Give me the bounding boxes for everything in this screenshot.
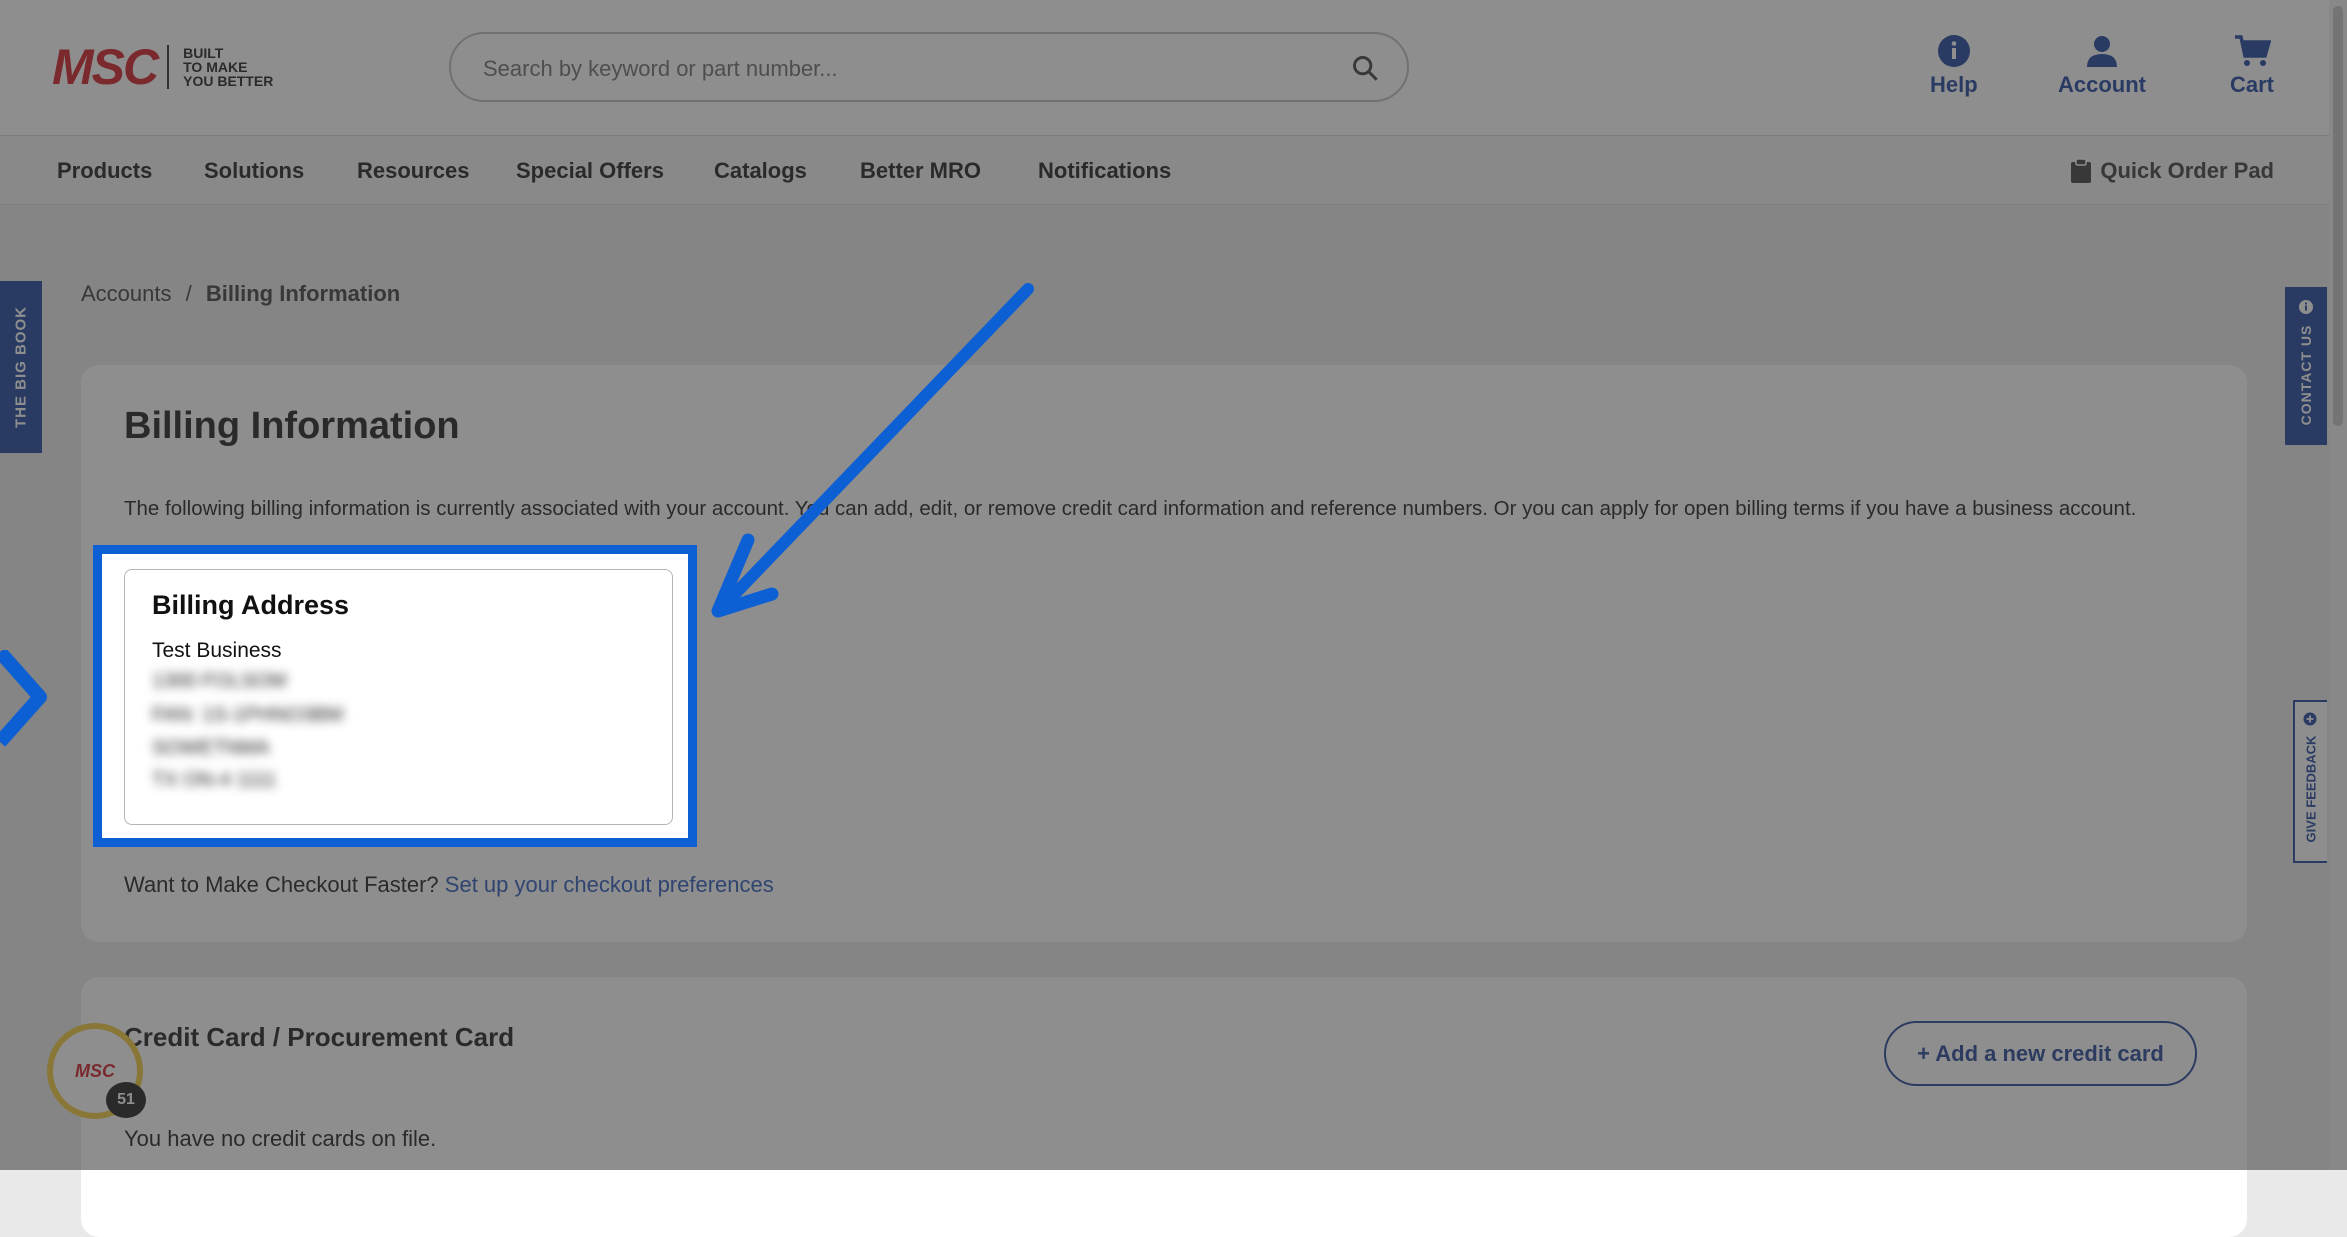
- nav-solutions[interactable]: Solutions: [204, 158, 304, 184]
- cart-link[interactable]: Cart: [2230, 34, 2274, 98]
- checkout-preferences-link[interactable]: Set up your checkout preferences: [445, 872, 774, 897]
- contact-us-label: CONTACT US: [2298, 325, 2314, 426]
- logo-wordmark: MSC: [52, 39, 159, 95]
- badge-count: 51: [106, 1082, 146, 1118]
- nav-resources[interactable]: Resources: [357, 158, 470, 184]
- breadcrumb-separator: /: [185, 281, 192, 306]
- quick-order-label: Quick Order Pad: [2100, 158, 2274, 183]
- billing-address-name: Test Business: [152, 639, 282, 662]
- logo-divider: [167, 45, 170, 89]
- info-icon: [2299, 300, 2313, 314]
- search-placeholder: Search by keyword or part number...: [483, 56, 838, 81]
- clipboard-icon: [2071, 158, 2092, 183]
- quick-order-pad-link[interactable]: Quick Order Pad: [2070, 158, 2274, 184]
- give-feedback-label: GIVE FEEDBACK: [2303, 735, 2319, 843]
- scrollbar[interactable]: [2329, 0, 2347, 1170]
- help-label: Help: [1930, 72, 1978, 97]
- give-feedback-tab[interactable]: GIVE FEEDBACK: [2293, 700, 2327, 863]
- no-credit-cards-text: You have no credit cards on file.: [124, 1126, 437, 1151]
- user-icon: [2087, 36, 2117, 67]
- msc-logo[interactable]: MSC BUILT TO MAKE YOU BETTER: [52, 39, 274, 95]
- info-icon: [1937, 35, 1970, 67]
- big-book-tab[interactable]: THE BIG BOOK: [0, 281, 42, 453]
- billing-address-title: Billing Address: [152, 590, 350, 620]
- breadcrumb: Accounts / Billing Information: [81, 281, 400, 307]
- main-nav: Products Solutions Resources Special Off…: [0, 136, 2347, 205]
- badge-logo: MSC: [75, 1060, 115, 1081]
- account-link[interactable]: Account: [2058, 34, 2146, 98]
- left-pointer-arrow-icon: [0, 650, 47, 747]
- redacted-address-line: 1300 FOLSOM: [152, 670, 287, 692]
- nav-products[interactable]: Products: [57, 158, 152, 184]
- search-icon[interactable]: [1351, 54, 1379, 82]
- breadcrumb-current: Billing Information: [205, 281, 401, 306]
- site-header: MSC BUILT TO MAKE YOU BETTER Search by k…: [0, 0, 2347, 136]
- scrollbar-thumb[interactable]: [2333, 6, 2343, 426]
- billing-description: The following billing information is cur…: [124, 497, 2137, 520]
- checkout-preferences: Want to Make Checkout Faster? Set up you…: [124, 872, 774, 898]
- credit-card-card: [81, 977, 2247, 1237]
- nav-notifications[interactable]: Notifications: [1038, 158, 1171, 184]
- cart-icon: [2235, 35, 2271, 66]
- redacted-address-line: FAN: 1S-1PHNO3BM: [152, 704, 344, 726]
- credit-card-title: Credit Card / Procurement Card: [124, 1022, 515, 1052]
- big-book-label: THE BIG BOOK: [12, 305, 30, 429]
- search-input[interactable]: Search by keyword or part number...: [449, 32, 1409, 102]
- checkout-prompt: Want to Make Checkout Faster?: [124, 872, 439, 897]
- cart-label: Cart: [2230, 72, 2275, 97]
- add-credit-card-button[interactable]: + Add a new credit card: [1884, 1021, 2197, 1086]
- contact-us-tab[interactable]: CONTACT US: [2285, 287, 2327, 445]
- plus-icon: [2303, 712, 2317, 726]
- nav-catalogs[interactable]: Catalogs: [714, 158, 807, 184]
- help-link[interactable]: Help: [1930, 34, 1978, 98]
- nav-special-offers[interactable]: Special Offers: [516, 158, 664, 184]
- nav-better-mro[interactable]: Better MRO: [860, 158, 981, 184]
- breadcrumb-accounts[interactable]: Accounts: [81, 281, 172, 306]
- logo-tagline: BUILT TO MAKE YOU BETTER: [183, 45, 274, 89]
- redacted-address-line: TX ON-4 1111: [152, 769, 277, 791]
- redacted-address-line: SOWETNMA: [152, 737, 270, 759]
- account-label: Account: [2058, 72, 2146, 97]
- page-title: Billing Information: [124, 405, 460, 447]
